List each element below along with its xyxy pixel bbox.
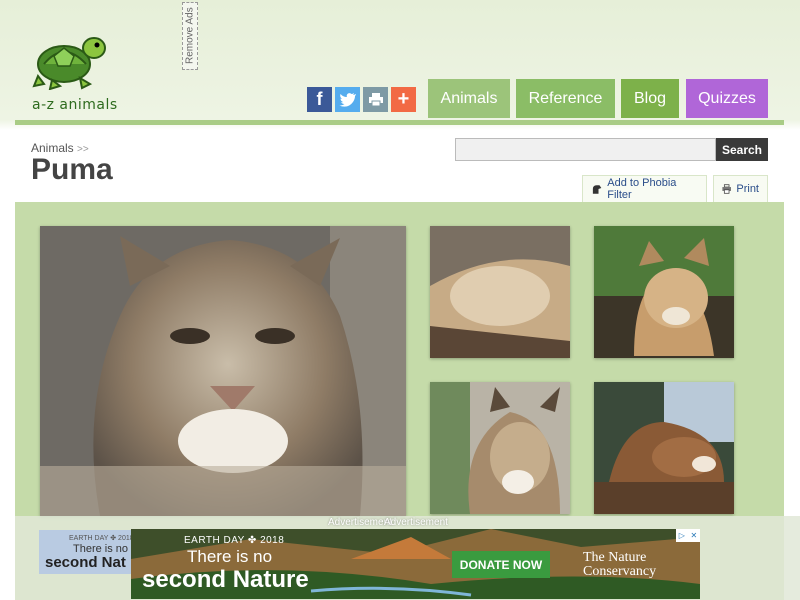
ad-banner[interactable]: EARTH DAY ✤ 2018 There is no second Natu… <box>131 529 700 599</box>
tab-reference[interactable]: Reference <box>516 79 615 118</box>
twitter-share-button[interactable] <box>335 87 360 112</box>
tab-animals[interactable]: Animals <box>428 79 510 118</box>
search-input[interactable] <box>455 138 716 161</box>
tab-quizzes[interactable]: Quizzes <box>686 79 768 118</box>
ad-small-banner[interactable]: EARTH DAY ✤ 2018 There is no second Nat <box>39 530 139 574</box>
header-divider <box>15 120 784 125</box>
print-label: Print <box>736 183 759 195</box>
twitter-bird-icon <box>338 93 356 107</box>
ad-banner-line-3: second Nature <box>142 566 309 593</box>
ad-banner-line-2: There is no <box>187 547 273 566</box>
puma-main-photo[interactable] <box>40 226 406 516</box>
puma-cub-photo[interactable] <box>594 226 734 358</box>
ad-small-line-3: second Nat <box>45 554 126 571</box>
ad-label: Advertisement <box>384 517 448 528</box>
remove-ads-link[interactable]: Remove Ads <box>182 2 198 70</box>
org-name-line-2: Conservancy <box>583 564 657 579</box>
puma-portrait-photo[interactable] <box>430 382 570 514</box>
ad-close-icon[interactable]: ✕ <box>691 531 698 540</box>
nature-conservancy-logo: The Nature Conservancy <box>583 551 656 579</box>
search-button[interactable]: Search <box>716 138 768 161</box>
org-name-line-1: The Nature <box>583 550 647 565</box>
add-to-phobia-filter-button[interactable]: Add to Phobia Filter <box>582 175 707 203</box>
adchoices-icon[interactable]: ▷ ✕ <box>676 529 700 542</box>
brand-name[interactable]: a-z animals <box>32 97 118 113</box>
puma-resting-photo[interactable] <box>594 382 734 514</box>
ad-label: Advertisement <box>328 517 392 528</box>
phobia-filter-icon <box>592 185 602 194</box>
donate-now-button[interactable]: DONATE NOW <box>452 551 550 578</box>
tab-blog[interactable]: Blog <box>621 79 679 118</box>
print-share-button[interactable] <box>363 87 388 112</box>
facebook-share-button[interactable]: f <box>307 87 332 112</box>
phobia-filter-label: Add to Phobia Filter <box>607 177 677 201</box>
printer-icon <box>722 184 731 194</box>
page-title: Puma <box>31 153 113 186</box>
ad-banner-line-1: EARTH DAY ✤ 2018 <box>184 535 285 546</box>
adchoices-play-icon: ▷ <box>678 531 685 540</box>
puma-photo-sleeping[interactable] <box>430 226 570 358</box>
print-button[interactable]: Print <box>713 175 768 203</box>
logo-turtle-icon[interactable] <box>30 34 108 91</box>
ad-small-line-1: EARTH DAY ✤ 2018 <box>69 535 134 542</box>
more-share-button[interactable]: + <box>391 87 416 112</box>
printer-icon <box>368 93 383 107</box>
